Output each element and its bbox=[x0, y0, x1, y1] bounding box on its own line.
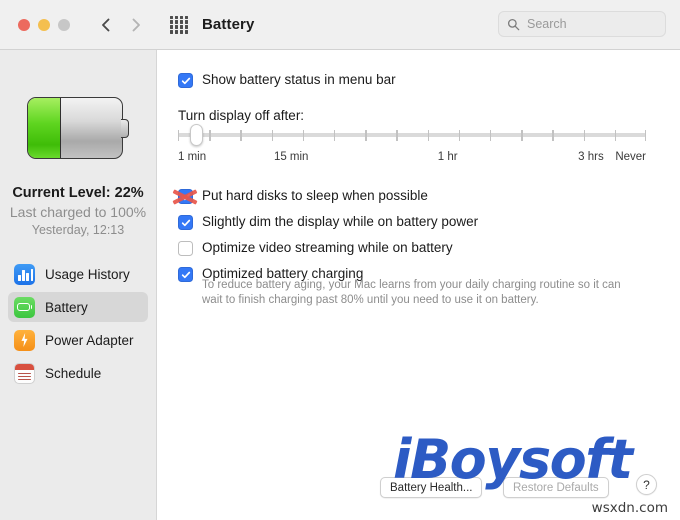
sidebar-item-label: Power Adapter bbox=[45, 332, 134, 348]
hard-disk-sleep-checkbox[interactable] bbox=[178, 189, 193, 204]
optimize-video-checkbox[interactable] bbox=[178, 241, 193, 256]
slider-track[interactable] bbox=[178, 124, 646, 146]
sidebar-nav-list: Usage History Battery Power Adapter Sche… bbox=[0, 259, 156, 388]
sidebar-item-battery[interactable]: Battery bbox=[8, 292, 148, 322]
close-button[interactable] bbox=[18, 18, 30, 31]
slider-thumb[interactable] bbox=[190, 124, 204, 146]
battery-level-graphic bbox=[27, 97, 129, 159]
minimize-button[interactable] bbox=[38, 18, 50, 31]
power-bolt-icon bbox=[14, 329, 35, 351]
dim-display-checkbox-row[interactable]: Slightly dim the display while on batter… bbox=[178, 214, 658, 230]
optimized-charging-checkbox[interactable] bbox=[178, 267, 193, 282]
slider-tick-label: 15 min bbox=[273, 151, 309, 163]
battery-terminal bbox=[121, 119, 129, 138]
wsxdn-watermark: wsxdn.com bbox=[591, 500, 668, 516]
sidebar-item-schedule[interactable]: Schedule bbox=[8, 358, 148, 388]
grid-apps-icon[interactable] bbox=[170, 15, 188, 34]
hard-disk-sleep-checkbox-row[interactable]: Put hard disks to sleep when possible bbox=[178, 188, 658, 204]
usage-history-icon bbox=[14, 263, 35, 285]
show-battery-status-checkbox-row[interactable]: Show battery status in menu bar bbox=[178, 72, 396, 88]
battery-options-list: Put hard disks to sleep when possible Sl… bbox=[178, 188, 658, 292]
search-placeholder: Search bbox=[527, 17, 567, 31]
turn-display-off-label: Turn display off after: bbox=[178, 108, 305, 123]
sidebar-item-usage-history[interactable]: Usage History bbox=[8, 259, 148, 289]
sidebar: Current Level: 22% Last charged to 100% … bbox=[0, 50, 157, 520]
battery-status-text: Current Level: 22% Last charged to 100% … bbox=[0, 185, 156, 237]
show-battery-status-label: Show battery status in menu bar bbox=[202, 72, 396, 87]
zoom-button[interactable] bbox=[58, 18, 70, 31]
slider-tick-labels: 1 min 15 min 1 hr 3 hrs Never bbox=[178, 151, 646, 165]
sidebar-item-label: Battery bbox=[45, 299, 88, 315]
display-sleep-slider[interactable]: 1 min 15 min 1 hr 3 hrs Never bbox=[178, 124, 646, 163]
slider-tick-label: Never bbox=[615, 151, 646, 163]
chevron-left-icon[interactable] bbox=[98, 17, 114, 33]
chevron-right-icon[interactable] bbox=[128, 17, 144, 33]
hard-disk-sleep-label: Put hard disks to sleep when possible bbox=[202, 188, 428, 203]
battery-fill bbox=[28, 98, 61, 158]
last-charged-time-label: Yesterday, 12:13 bbox=[31, 223, 125, 237]
show-battery-status-checkbox[interactable] bbox=[178, 73, 193, 88]
calendar-icon bbox=[14, 362, 35, 384]
traffic-lights bbox=[18, 18, 70, 31]
slider-ticks bbox=[178, 130, 646, 141]
optimize-video-label: Optimize video streaming while on batter… bbox=[202, 240, 453, 255]
battery-body bbox=[27, 97, 123, 159]
search-field[interactable]: Search bbox=[498, 11, 666, 37]
optimized-charging-help-text: To reduce battery aging, your Mac learns… bbox=[202, 279, 621, 306]
current-level-label: Current Level: 22% bbox=[12, 185, 144, 201]
help-button[interactable]: ? bbox=[636, 474, 657, 495]
battery-icon bbox=[14, 296, 35, 318]
dim-display-label: Slightly dim the display while on batter… bbox=[202, 214, 479, 229]
search-icon bbox=[507, 18, 520, 30]
navigation-buttons bbox=[98, 17, 144, 33]
sidebar-item-label: Schedule bbox=[45, 365, 102, 381]
battery-preferences-window: Battery Search Current Level: 22% Last c… bbox=[0, 0, 680, 520]
page-title: Battery bbox=[202, 16, 255, 33]
dim-display-checkbox[interactable] bbox=[178, 215, 193, 230]
sidebar-item-power-adapter[interactable]: Power Adapter bbox=[8, 325, 148, 355]
iboysoft-watermark: iBoysoft bbox=[393, 428, 633, 491]
title-bar: Battery Search bbox=[0, 0, 680, 50]
optimize-video-checkbox-row[interactable]: Optimize video streaming while on batter… bbox=[178, 240, 658, 256]
sidebar-item-label: Usage History bbox=[45, 266, 130, 282]
last-charged-label: Last charged to 100% bbox=[9, 204, 147, 220]
slider-tick-label: 3 hrs bbox=[578, 151, 604, 163]
slider-tick-label: 1 min bbox=[178, 151, 207, 163]
slider-tick-label: 1 hr bbox=[437, 151, 458, 163]
